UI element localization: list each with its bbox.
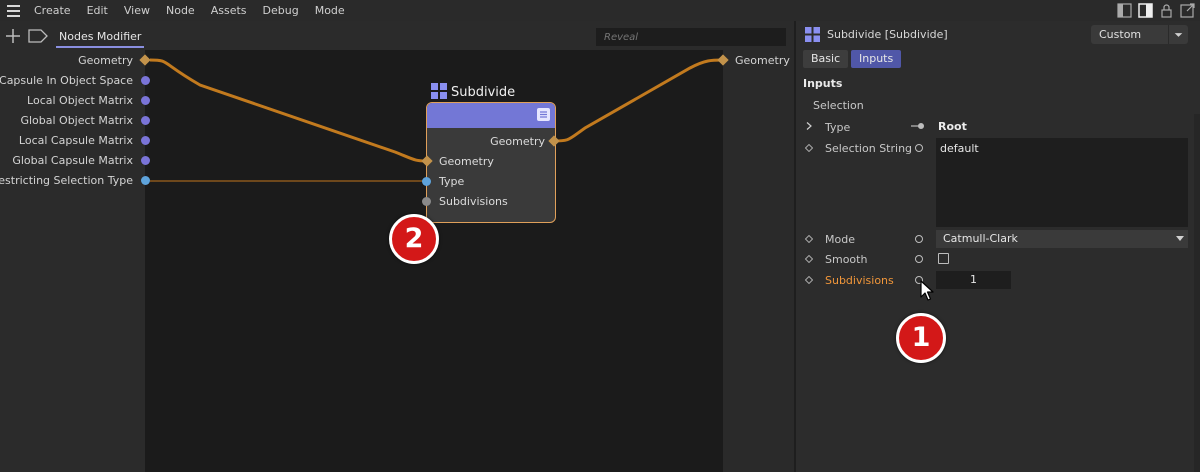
new-window-icon[interactable] [1179, 2, 1196, 19]
attribute-manager: Subdivide [Subdivide] Custom Basic Input… [796, 21, 1200, 472]
attribute-manager-title: Subdivide [Subdivide] [827, 28, 948, 41]
callout-badge-1: 1 [896, 313, 946, 363]
expand-arrow-icon[interactable] [805, 122, 813, 130]
subdivisions-field[interactable]: 1 [936, 271, 1011, 289]
reveal-search-input[interactable] [596, 28, 786, 46]
menu-bar: Create Edit View Node Assets Debug Mode [0, 0, 1200, 21]
menu-create[interactable]: Create [26, 0, 79, 21]
tab-inputs[interactable]: Inputs [851, 50, 902, 68]
smooth-checkbox[interactable] [938, 253, 949, 264]
keyframe-diamond-icon[interactable] [805, 276, 813, 284]
tab-basic[interactable]: Basic [803, 50, 849, 68]
subdivide-node-header[interactable] [427, 103, 555, 128]
port-label-global-object-matrix: Global Object Matrix [20, 114, 133, 127]
menu-assets[interactable]: Assets [203, 0, 255, 21]
node-menu-icon[interactable] [537, 108, 550, 121]
menu-node[interactable]: Node [158, 0, 203, 21]
subdivide-node-title: Subdivide [451, 85, 516, 100]
menu-debug[interactable]: Debug [255, 0, 307, 21]
callout-badge-2: 2 [389, 214, 439, 264]
selection-string-label: Selection String [825, 142, 913, 155]
port-connector-local-capsule-matrix[interactable] [141, 136, 150, 145]
breadcrumb-nodes-modifier[interactable]: Nodes Modifier [56, 28, 145, 48]
group-selection-title[interactable]: Selection [813, 99, 864, 112]
keyframe-diamond-icon[interactable] [805, 255, 813, 263]
menu-mode[interactable]: Mode [307, 0, 353, 21]
port-connector-global-object-matrix[interactable] [141, 116, 150, 125]
port-toggle-icon[interactable] [915, 255, 923, 263]
connected-port-icon[interactable] [911, 122, 925, 130]
chevron-down-icon [1168, 25, 1183, 44]
output-port-label-geometry: Geometry [735, 54, 790, 67]
port-label-restricting-selection-type: Restricting Selection Type [0, 174, 133, 187]
node-input-type: Type [439, 175, 465, 188]
node-input-geometry: Geometry [439, 155, 494, 168]
port-label-local-capsule-matrix: Local Capsule Matrix [18, 134, 133, 147]
type-label: Type [825, 121, 851, 134]
port-connector-capsule-in-object-space[interactable] [141, 76, 150, 85]
subdivide-node-icon [431, 83, 447, 99]
port-label-capsule-in-object-space: Capsule In Object Space [0, 74, 133, 87]
port-toggle-icon[interactable] [915, 144, 923, 152]
menu-edit[interactable]: Edit [79, 0, 116, 21]
output-port-panel [723, 50, 794, 472]
layout-dropdown-value: Custom [1099, 28, 1142, 41]
panel-right-icon[interactable] [1137, 2, 1154, 19]
node-input-connector-subdivisions[interactable] [422, 197, 431, 206]
node-input-connector-type[interactable] [422, 177, 431, 186]
subdivisions-label: Subdivisions [825, 274, 894, 287]
port-toggle-icon[interactable] [915, 235, 923, 243]
port-connector-local-object-matrix[interactable] [141, 96, 150, 105]
port-connector-global-capsule-matrix[interactable] [141, 156, 150, 165]
layout-dropdown[interactable]: Custom [1091, 25, 1188, 44]
smooth-label: Smooth [825, 253, 868, 266]
keyframe-diamond-icon[interactable] [805, 144, 813, 152]
hamburger-menu-icon[interactable] [0, 0, 26, 21]
lock-icon[interactable] [1158, 2, 1175, 19]
add-node-icon[interactable] [4, 27, 22, 45]
panel-left-icon[interactable] [1116, 2, 1133, 19]
mouse-cursor-icon [920, 280, 934, 301]
port-label-geometry: Geometry [78, 54, 133, 67]
menu-view[interactable]: View [116, 0, 158, 21]
selection-string-textarea[interactable]: default [936, 138, 1188, 227]
mode-label: Mode [825, 233, 855, 246]
port-label-global-capsule-matrix: Global Capsule Matrix [12, 154, 133, 167]
port-connector-restricting-selection-type[interactable] [141, 176, 150, 185]
type-value: Root [938, 120, 967, 133]
subdivide-object-icon [805, 27, 820, 42]
section-inputs-title: Inputs [803, 77, 843, 90]
node-output-geometry: Geometry [490, 135, 545, 148]
chevron-down-icon [1176, 236, 1184, 241]
attribute-scrollbar[interactable] [1194, 114, 1200, 472]
port-label-local-object-matrix: Local Object Matrix [27, 94, 133, 107]
tag-icon[interactable] [28, 29, 48, 43]
subdivide-node[interactable]: Geometry Geometry Type Subdivisions [426, 102, 556, 223]
keyframe-diamond-icon[interactable] [805, 235, 813, 243]
node-input-subdivisions: Subdivisions [439, 195, 508, 208]
mode-dropdown-value: Catmull-Clark [943, 232, 1018, 245]
mode-dropdown[interactable]: Catmull-Clark [936, 230, 1188, 248]
